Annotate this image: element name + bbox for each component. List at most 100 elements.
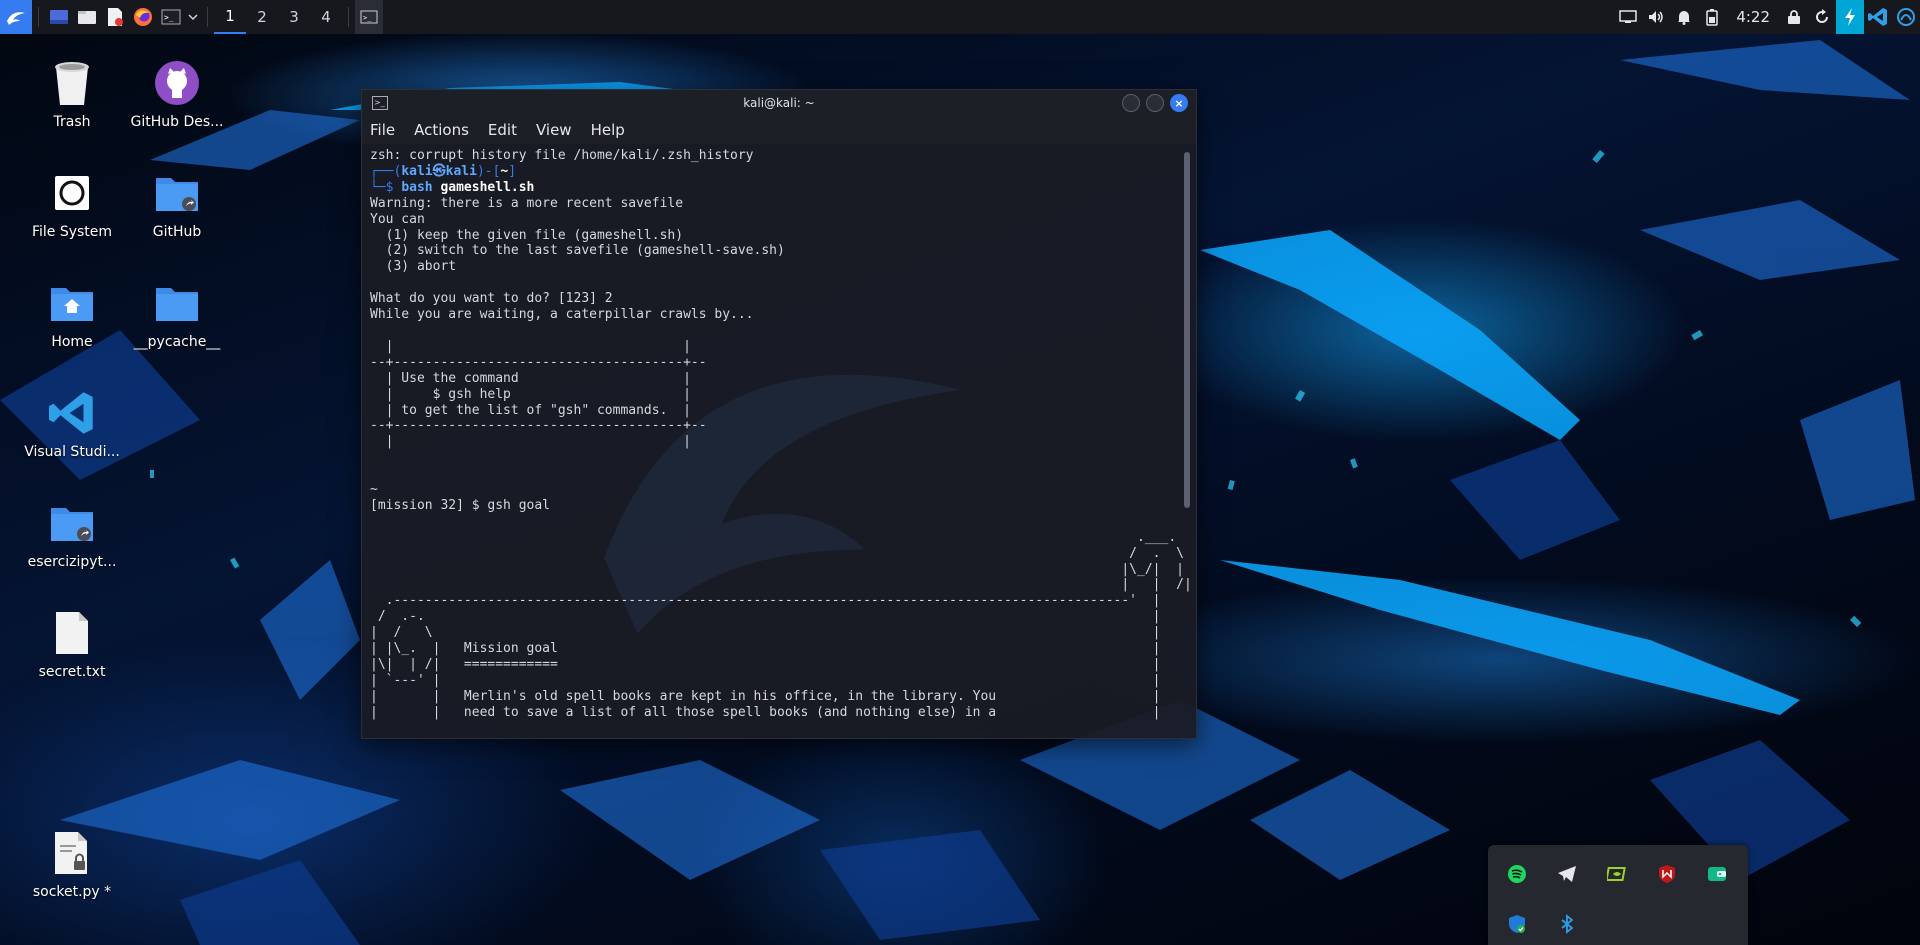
prompt-frame-bottom: └─$: [370, 179, 402, 195]
desktop-icon-label: secret.txt: [38, 664, 106, 680]
menu-actions[interactable]: Actions: [414, 121, 469, 139]
display-icon: [1619, 10, 1638, 23]
terminal-menubar: File Actions Edit View Help: [362, 116, 1196, 144]
command-argument: gameshell.sh: [440, 179, 535, 195]
kali-menu-button[interactable]: [0, 0, 32, 34]
vscode-tray-button[interactable]: [1864, 0, 1892, 34]
security-shield-icon: [1509, 915, 1525, 933]
desktop-icon-secret-txt[interactable]: secret.txt: [17, 608, 127, 680]
github-desktop-icon: [152, 58, 202, 108]
desktop-icon-label: __pycache__: [133, 334, 221, 350]
desktop-icon-github-desktop[interactable]: GitHub Des...: [122, 58, 232, 130]
menu-view[interactable]: View: [536, 121, 572, 139]
window-controls: ×: [1122, 94, 1188, 112]
network-button[interactable]: [1892, 0, 1920, 34]
electron-app-button[interactable]: [1836, 0, 1864, 34]
terminal-output: zsh: corrupt history file /home/kali/.zs…: [362, 144, 1196, 725]
prompt-user-host: kali㉿kali: [401, 163, 477, 179]
logout-button[interactable]: [1808, 0, 1836, 34]
file-manager-launcher[interactable]: [73, 0, 101, 34]
panel-separator: [207, 7, 208, 27]
spotify-icon: [1508, 865, 1526, 883]
vscode-icon: [47, 388, 97, 438]
bluetooth-icon: [1561, 914, 1574, 934]
desktop-icon-label: File System: [31, 224, 113, 240]
power-manager-button[interactable]: [1698, 0, 1726, 34]
menu-help[interactable]: Help: [591, 121, 625, 139]
folder-icon: [78, 11, 96, 24]
desktop-icon-label: Trash: [53, 114, 91, 130]
home-folder-icon: [47, 278, 97, 328]
svg-text:>_: >_: [363, 14, 372, 22]
display-button[interactable]: [1614, 0, 1642, 34]
spotify-tray-button[interactable]: [1506, 863, 1528, 885]
minimize-button[interactable]: [1122, 94, 1140, 112]
telegram-tray-button[interactable]: [1556, 863, 1578, 885]
workspace-3[interactable]: 3: [278, 0, 310, 34]
desktop-icon-file-system[interactable]: File System: [17, 168, 127, 240]
panel-separator: [38, 7, 39, 27]
menu-edit[interactable]: Edit: [488, 121, 517, 139]
defender-tray-button[interactable]: [1506, 913, 1528, 935]
mcafee-tray-button[interactable]: [1656, 863, 1678, 885]
desktop-icon: [50, 10, 68, 24]
terminal-title: kali@kali: ~: [743, 96, 815, 110]
desktop-icon-github-folder[interactable]: GitHub: [122, 168, 232, 240]
battery-icon: [1706, 9, 1719, 26]
desktop-icon-socket-py[interactable]: socket.py *: [17, 828, 127, 900]
chevron-down-icon: [188, 14, 198, 21]
notifications-button[interactable]: [1670, 0, 1698, 34]
maximize-button[interactable]: [1146, 94, 1164, 112]
network-icon: [1897, 8, 1915, 26]
desktop-icon-label: GitHub: [152, 224, 202, 240]
command-name: bash: [401, 179, 441, 195]
close-icon: ×: [1174, 96, 1184, 110]
desktop-icon-label: Visual Studi...: [24, 444, 120, 460]
desktop-icon-label: esercizipyt...: [27, 554, 117, 570]
close-button[interactable]: ×: [1170, 94, 1188, 112]
shield-icon: [1659, 865, 1675, 883]
prompt-frame-top: ┌──(: [370, 163, 402, 179]
text-editor-launcher[interactable]: [101, 0, 129, 34]
terminal-window-icon: >_: [372, 96, 388, 110]
prompt-bracket-end: ]: [508, 163, 517, 179]
terminal-titlebar[interactable]: >_ kali@kali: ~ ×: [362, 90, 1196, 116]
gameshell-output: Warning: there is a more recent savefile…: [370, 195, 1192, 720]
workspace-1[interactable]: 1: [214, 0, 246, 34]
lightning-icon: [1845, 8, 1855, 26]
refresh-icon: [1816, 9, 1828, 23]
launcher-dropdown[interactable]: [185, 0, 201, 34]
desktop-icon-pycache[interactable]: __pycache__: [122, 278, 232, 350]
workspace-4[interactable]: 4: [310, 0, 342, 34]
lock-screen-button[interactable]: [1780, 0, 1808, 34]
terminal-launcher[interactable]: >_: [157, 0, 185, 34]
terminal-icon: >_: [161, 9, 181, 25]
text-file-icon: [47, 608, 97, 658]
python-file-locked-icon: [47, 828, 97, 878]
show-desktop-button[interactable]: [45, 0, 73, 34]
bluetooth-tray-button[interactable]: [1556, 913, 1578, 935]
desktop-icon-visual-studio-code[interactable]: Visual Studi...: [17, 388, 127, 460]
desktop-icon-trash[interactable]: Trash: [17, 58, 127, 130]
nvidia-tray-button[interactable]: [1606, 863, 1628, 885]
wallet-tray-button[interactable]: [1706, 863, 1728, 885]
taskbar-terminal-window[interactable]: >_: [355, 0, 383, 34]
top-panel: >_ 1 2 3 4 >_ 4:22: [0, 0, 1920, 34]
panel-clock[interactable]: 4:22: [1736, 8, 1770, 26]
workspace-2[interactable]: 2: [246, 0, 278, 34]
terminal-window[interactable]: >_ kali@kali: ~ × File Actions Edit View…: [362, 90, 1196, 738]
terminal-icon: >_: [360, 10, 378, 24]
menu-file[interactable]: File: [370, 121, 395, 139]
telegram-icon: [1558, 866, 1576, 882]
firefox-launcher[interactable]: [129, 0, 157, 34]
terminal-output-area[interactable]: zsh: corrupt history file /home/kali/.zs…: [362, 144, 1196, 738]
volume-button[interactable]: [1642, 0, 1670, 34]
desktop-icon-home[interactable]: Home: [17, 278, 127, 350]
terminal-scrollbar[interactable]: [1184, 152, 1190, 508]
desktop-icon-esercizipython[interactable]: esercizipyt...: [17, 498, 127, 570]
drive-icon: [47, 168, 97, 218]
panel-tray: 4:22: [1614, 0, 1920, 34]
panel-separator: [348, 7, 349, 27]
nvidia-icon: [1607, 867, 1626, 881]
desktop-icon-label: socket.py *: [32, 884, 112, 900]
